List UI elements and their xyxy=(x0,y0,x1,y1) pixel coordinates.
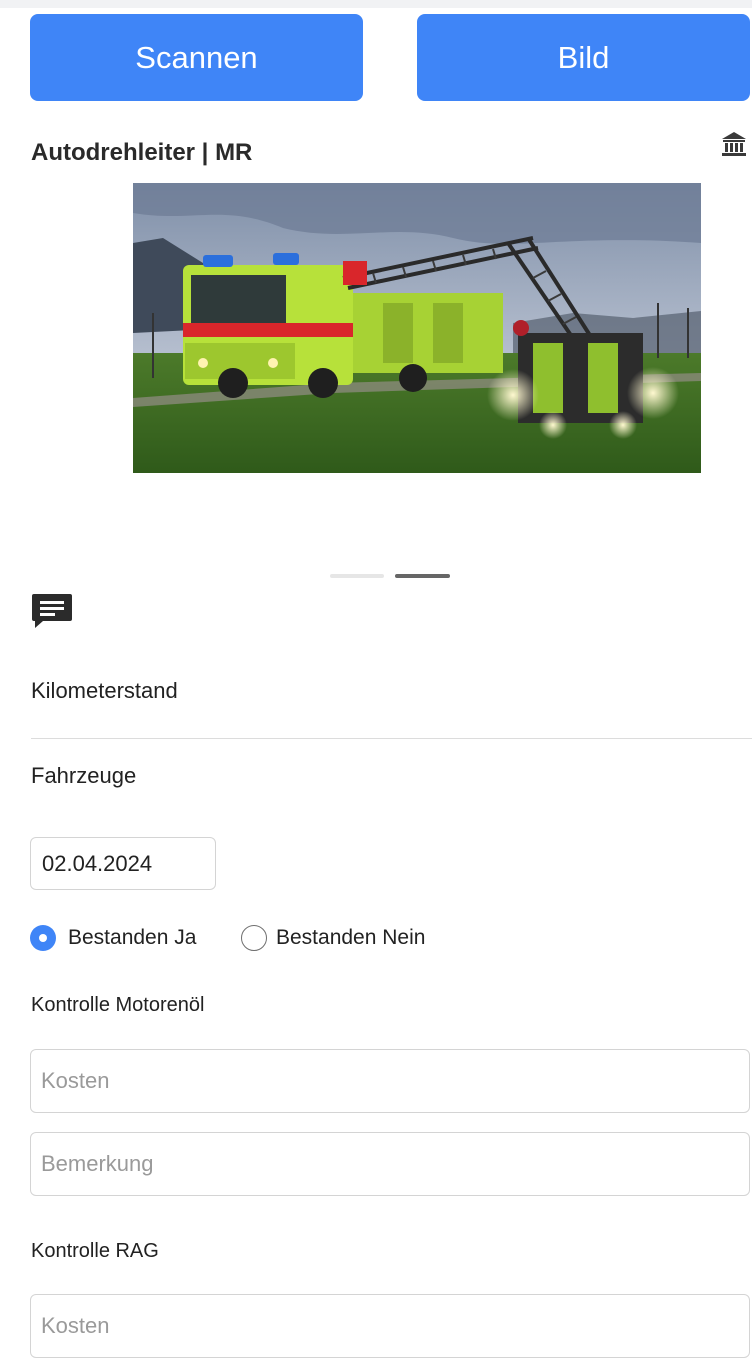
engine-oil-cost-input[interactable] xyxy=(30,1049,750,1113)
carousel-dot-2[interactable] xyxy=(395,574,450,578)
mileage-label: Kilometerstand xyxy=(31,678,178,703)
status-bar-strip xyxy=(0,0,752,8)
check-title-rag: Kontrolle RAG xyxy=(31,1240,159,1262)
passed-yes-radio[interactable] xyxy=(30,925,56,951)
comment-icon[interactable] xyxy=(31,592,73,630)
passed-yes-label[interactable]: Bestanden Ja xyxy=(68,926,196,950)
check-title-engine-oil: Kontrolle Motorenöl xyxy=(31,994,205,1016)
passed-no-radio[interactable] xyxy=(241,925,267,951)
date-field[interactable]: 02.04.2024 xyxy=(30,837,216,890)
rag-cost-input[interactable] xyxy=(30,1294,750,1358)
carousel-dot-1[interactable] xyxy=(330,574,384,578)
vehicle-photo[interactable] xyxy=(133,183,701,473)
vehicle-title: Autodrehleiter | MR xyxy=(31,139,253,166)
bank-icon[interactable] xyxy=(720,130,748,158)
vehicles-label: Fahrzeuge xyxy=(31,763,137,788)
divider xyxy=(31,738,752,739)
scan-button[interactable]: Scannen xyxy=(30,14,363,101)
engine-oil-remark-input[interactable] xyxy=(30,1132,750,1196)
passed-no-label[interactable]: Bestanden Nein xyxy=(276,926,425,950)
image-button[interactable]: Bild xyxy=(417,14,750,101)
